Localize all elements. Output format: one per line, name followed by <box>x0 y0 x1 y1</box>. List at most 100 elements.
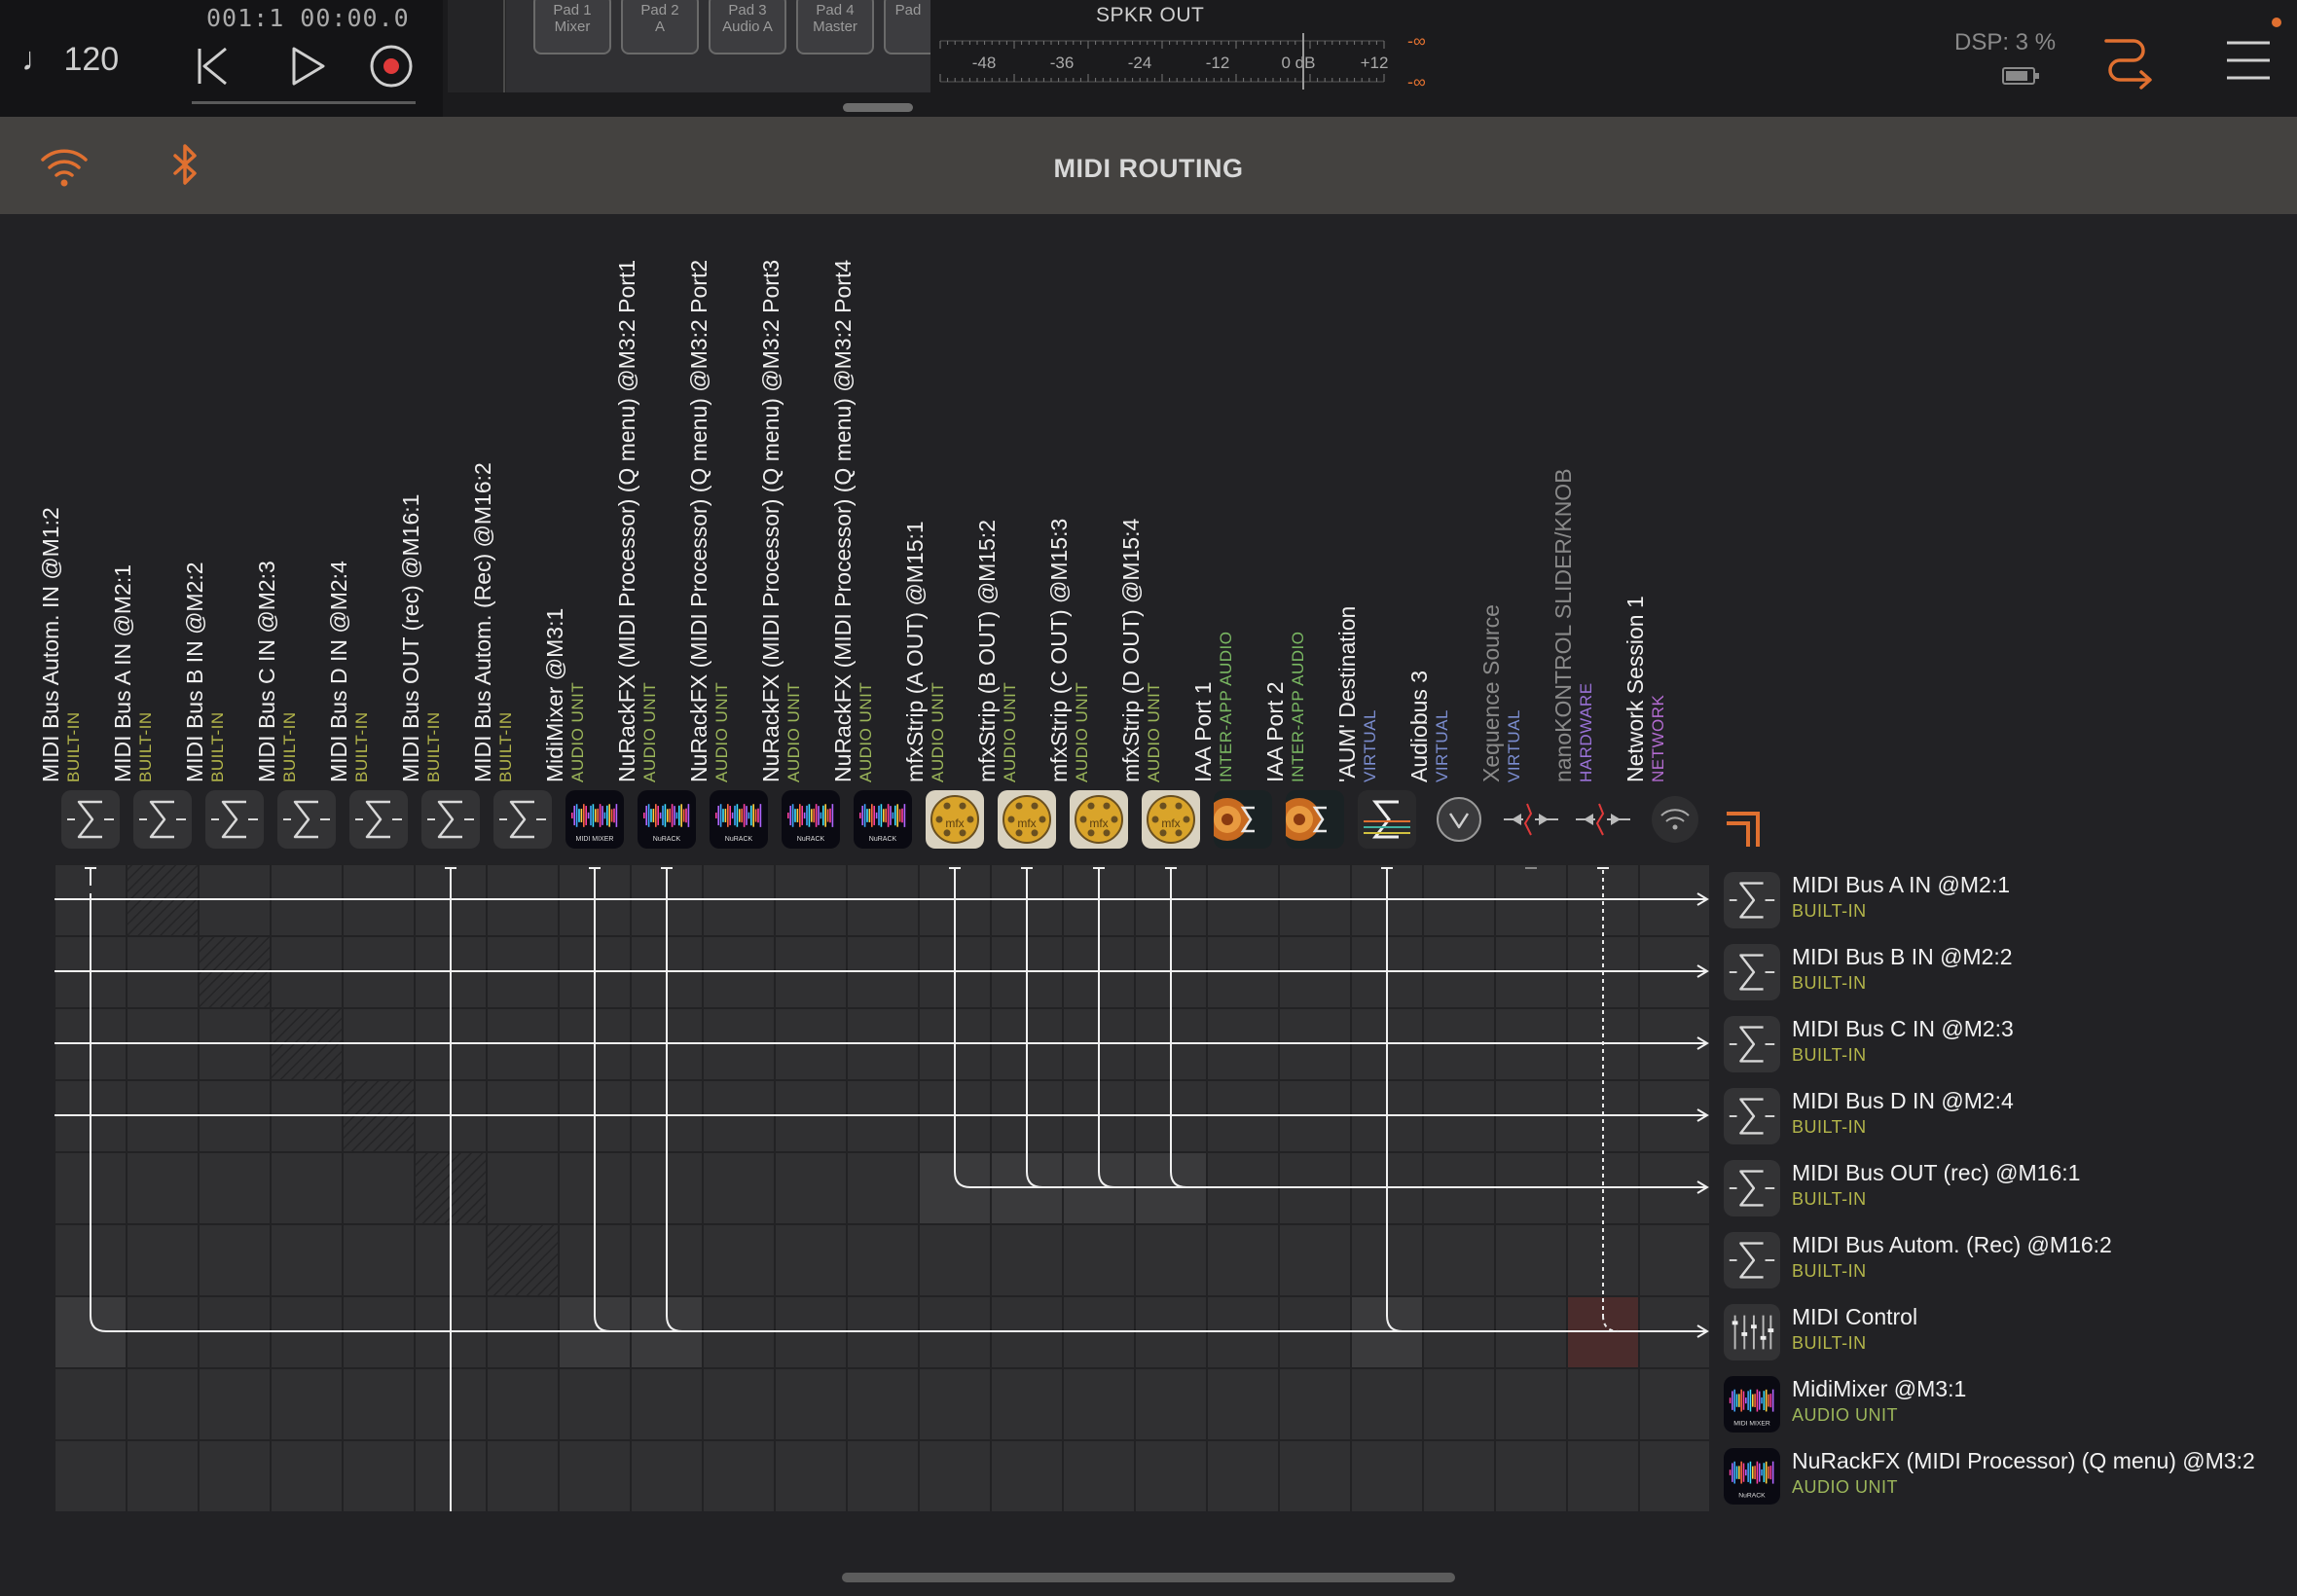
bluetooth-icon[interactable] <box>158 138 212 193</box>
pad-button[interactable]: Pad 3 Audio A <box>709 0 786 54</box>
mfx-icon[interactable]: mfx <box>998 790 1056 849</box>
nurack-icon[interactable]: NuRACK <box>854 790 912 849</box>
pad-button[interactable]: Pad 1 Mixer <box>533 0 611 54</box>
pad-button[interactable]: Pad <box>884 0 930 54</box>
sigma-icon[interactable] <box>421 790 480 849</box>
sigma-icon[interactable] <box>277 790 336 849</box>
svg-text:mfx: mfx <box>945 816 964 830</box>
collapse-corner-icon[interactable] <box>1725 804 1764 849</box>
destination-row[interactable]: MIDI Bus Autom. (Rec) @M16:2 BUILT-IN <box>1721 1224 2285 1296</box>
svg-text:MIDI MIXER: MIDI MIXER <box>1733 1420 1770 1427</box>
destination-row[interactable]: MIDI Bus OUT (rec) @M16:1 BUILT-IN <box>1721 1152 2285 1224</box>
source-type: VIRTUAL <box>1505 709 1523 782</box>
sigma-icon[interactable] <box>133 790 192 849</box>
source-name: mfxStrip (B OUT) @M15:2 <box>974 520 1000 782</box>
source-name: mfxStrip (D OUT) @M15:4 <box>1118 518 1144 782</box>
mfx-icon[interactable]: mfx <box>1070 790 1128 849</box>
destination-type: BUILT-IN <box>1792 1189 1867 1209</box>
pad-button[interactable]: Pad 2 A <box>621 0 699 54</box>
transport-panel: ♩ 120 001:1 00:00.0 <box>0 0 443 117</box>
svg-text:NuRACK: NuRACK <box>653 836 681 843</box>
source-type: AUDIO UNIT <box>857 681 875 782</box>
source-type: AUDIO UNIT <box>929 681 947 782</box>
header-bar: MIDI ROUTING <box>0 117 2297 214</box>
destination-row[interactable]: MIDI Bus D IN @M2:4 BUILT-IN <box>1721 1080 2285 1152</box>
source-type: BUILT-IN <box>64 711 83 782</box>
network-midi-icon[interactable] <box>37 138 91 193</box>
midimixer-icon[interactable]: MIDI MIXER <box>565 790 624 849</box>
source-name: MIDI Bus Autom. IN @M1:2 <box>38 507 63 782</box>
nurack-icon: NuRACK <box>1724 1448 1780 1505</box>
aum-destination-icon[interactable] <box>1358 790 1416 849</box>
sigma-icon[interactable] <box>205 790 264 849</box>
meter-scale-label: -48 <box>972 54 997 72</box>
sigma-icon[interactable] <box>349 790 408 849</box>
destination-type: AUDIO UNIT <box>1792 1405 1899 1425</box>
source-type: BUILT-IN <box>424 711 443 782</box>
meter-scale-label: -12 <box>1206 54 1230 72</box>
source-name: Xequence Source <box>1478 604 1504 782</box>
position-display[interactable]: 001:1 00:00.0 <box>206 4 410 32</box>
top-bar: ♩ 120 001:1 00:00.0 Pad 1 Mixer Pad 2 A … <box>0 0 2297 117</box>
destination-row[interactable]: NuRACK NuRackFX (MIDI Processor) (Q menu… <box>1721 1440 2285 1512</box>
source-name: MIDI Bus A IN @M2:1 <box>110 563 135 782</box>
nurack-icon[interactable]: NuRACK <box>710 790 768 849</box>
audiobus-icon[interactable] <box>1430 790 1488 849</box>
home-indicator[interactable] <box>842 1573 1455 1582</box>
tempo-display[interactable]: ♩ 120 <box>21 41 119 79</box>
source-type: BUILT-IN <box>280 711 299 782</box>
nurack-icon[interactable]: NuRACK <box>638 790 696 849</box>
mfx-icon[interactable]: mfx <box>926 790 984 849</box>
rewind-icon[interactable] <box>185 39 239 93</box>
source-name: MIDI Bus Autom. (Rec) @M16:2 <box>470 462 495 782</box>
source-name: NuRackFX (MIDI Processor) (Q menu) @M3:2… <box>758 259 784 782</box>
svg-text:mfx: mfx <box>1089 816 1108 830</box>
destination-row[interactable]: MIDI Bus B IN @M2:2 BUILT-IN <box>1721 936 2285 1008</box>
xequence-icon[interactable] <box>1502 790 1560 849</box>
source-name: MIDI Bus C IN @M2:3 <box>254 561 279 782</box>
source-type: VIRTUAL <box>1361 709 1379 782</box>
destination-row[interactable]: MIDI Bus A IN @M2:1 BUILT-IN <box>1721 864 2285 936</box>
destination-type: BUILT-IN <box>1792 1045 1867 1065</box>
source-name: NuRackFX (MIDI Processor) (Q menu) @M3:2… <box>686 259 711 782</box>
iaa-icon[interactable] <box>1278 790 1344 849</box>
nurack-icon[interactable]: NuRACK <box>782 790 840 849</box>
destination-row[interactable]: MIDI MIXER MidiMixer @M3:1 AUDIO UNIT <box>1721 1368 2285 1440</box>
source-type: BUILT-IN <box>136 711 155 782</box>
hardware-icon[interactable] <box>1574 790 1632 849</box>
meter-scale-label: -24 <box>1128 54 1152 72</box>
pad-button[interactable]: Pad 4 Master <box>796 0 874 54</box>
dsp-readout: DSP: 3 % <box>1954 29 2057 55</box>
menu-icon[interactable] <box>2223 35 2274 86</box>
svg-text:NuRACK: NuRACK <box>725 836 753 843</box>
mfx-icon[interactable]: mfx <box>1142 790 1200 849</box>
source-type: AUDIO UNIT <box>1145 681 1163 782</box>
destination-type: BUILT-IN <box>1792 901 1867 921</box>
source-name: NuRackFX (MIDI Processor) (Q menu) @M3:2… <box>614 259 639 782</box>
source-type: BUILT-IN <box>496 711 515 782</box>
destination-name: MIDI Bus A IN @M2:1 <box>1792 872 2011 897</box>
destination-row[interactable]: MIDI Bus C IN @M2:3 BUILT-IN <box>1721 1008 2285 1080</box>
record-icon[interactable] <box>364 39 419 93</box>
source-name: 'AUM' Destination <box>1334 605 1360 782</box>
destination-type: AUDIO UNIT <box>1792 1477 1899 1497</box>
network-icon[interactable] <box>1646 790 1704 849</box>
source-name: Network Session 1 <box>1622 596 1648 782</box>
destination-type: BUILT-IN <box>1792 1333 1867 1353</box>
sigma-icon[interactable] <box>493 790 552 849</box>
midimixer-icon: MIDI MIXER <box>1724 1376 1780 1433</box>
routing-matrix[interactable] <box>55 864 1709 1511</box>
source-name: NuRackFX (MIDI Processor) (Q menu) @M3:2… <box>830 259 856 782</box>
pads-drag-handle[interactable] <box>843 103 913 112</box>
play-icon[interactable] <box>280 39 335 93</box>
sigma-icon[interactable] <box>61 790 120 849</box>
meter-scale-label: -36 <box>1050 54 1075 72</box>
iaa-icon[interactable] <box>1206 790 1272 849</box>
source-name: MIDI Bus OUT (rec) @M16:1 <box>398 493 423 782</box>
source-type: AUDIO UNIT <box>712 681 731 782</box>
routing-icon[interactable] <box>2100 33 2159 91</box>
source-name: mfxStrip (C OUT) @M15:3 <box>1046 518 1072 782</box>
destination-row[interactable]: MIDI Control BUILT-IN <box>1721 1296 2285 1368</box>
source-type: HARDWARE <box>1577 682 1595 782</box>
source-name: MidiMixer @M3:1 <box>542 607 567 782</box>
